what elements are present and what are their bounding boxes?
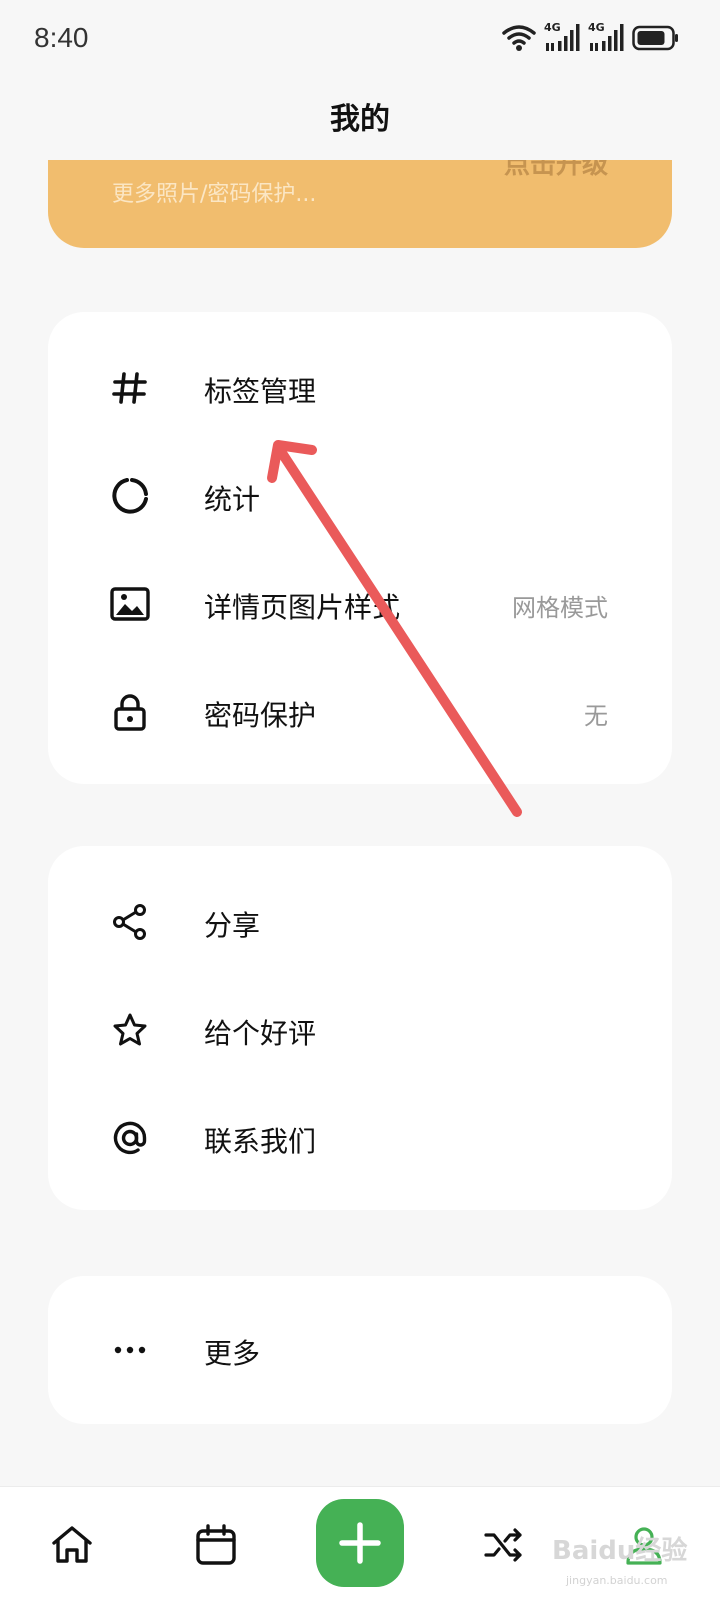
battery-icon	[632, 25, 678, 51]
menu-item-label: 详情页图片样式	[204, 591, 401, 624]
wifi-icon	[502, 25, 536, 51]
calendar-icon[interactable]	[194, 1523, 238, 1567]
home-icon[interactable]	[50, 1523, 94, 1567]
menu-item-label: 给个好评	[204, 1017, 317, 1050]
add-icon	[339, 1522, 381, 1564]
menu-item-detail-image-style[interactable]: 详情页图片样式 网格模式	[48, 550, 672, 658]
menu-item-statistics[interactable]: 统计	[48, 442, 672, 550]
pie-chart-icon	[112, 478, 148, 514]
upgrade-button[interactable]: 点击升级	[504, 160, 608, 181]
watermark-url: jingyan.baidu.com	[566, 1574, 668, 1587]
image-style-value: 网格模式	[512, 594, 608, 622]
menu-item-rate-us[interactable]: 给个好评	[48, 976, 672, 1084]
watermark: Baidu经验	[552, 1536, 688, 1566]
status-bar: 8:40 4G 4G	[0, 0, 720, 78]
menu-item-tag-management[interactable]: 标签管理	[48, 334, 672, 442]
lock-icon	[114, 694, 146, 731]
status-time: 8:40	[34, 22, 89, 53]
menu-item-share[interactable]: 分享	[48, 868, 672, 976]
star-icon	[113, 1013, 147, 1046]
menu-item-more[interactable]: 更多	[48, 1296, 672, 1404]
at-icon	[113, 1121, 147, 1155]
image-icon	[110, 587, 150, 621]
settings-group-1: 标签管理 统计 详情页图片样式 网格模式 密码保护 无	[48, 312, 672, 784]
menu-item-password-protection[interactable]: 密码保护 无	[48, 658, 672, 766]
menu-item-label: 标签管理	[204, 375, 317, 408]
settings-group-3: 更多	[48, 1276, 672, 1424]
upgrade-banner[interactable]: 更多照片/密码保护... 点击升级	[48, 160, 672, 248]
menu-item-label: 联系我们	[204, 1125, 317, 1158]
menu-item-label: 统计	[204, 483, 261, 516]
shuffle-icon[interactable]	[482, 1523, 526, 1567]
menu-item-label: 密码保护	[204, 699, 317, 732]
add-button[interactable]	[316, 1499, 404, 1587]
status-icons: 4G 4G	[502, 21, 680, 54]
page-title: 我的	[330, 102, 390, 137]
password-protection-value: 无	[584, 702, 608, 730]
cell-signal-2-icon: 4G	[588, 21, 624, 53]
share-icon	[113, 904, 146, 940]
more-icon	[114, 1346, 146, 1354]
settings-group-2: 分享 给个好评 联系我们	[48, 846, 672, 1210]
menu-item-contact-us[interactable]: 联系我们	[48, 1084, 672, 1192]
menu-item-label: 分享	[204, 909, 261, 942]
menu-item-label: 更多	[204, 1337, 261, 1370]
upgrade-banner-subtitle: 更多照片/密码保护...	[112, 182, 317, 207]
hash-icon	[112, 372, 147, 404]
cell-signal-1-icon: 4G	[544, 21, 580, 53]
